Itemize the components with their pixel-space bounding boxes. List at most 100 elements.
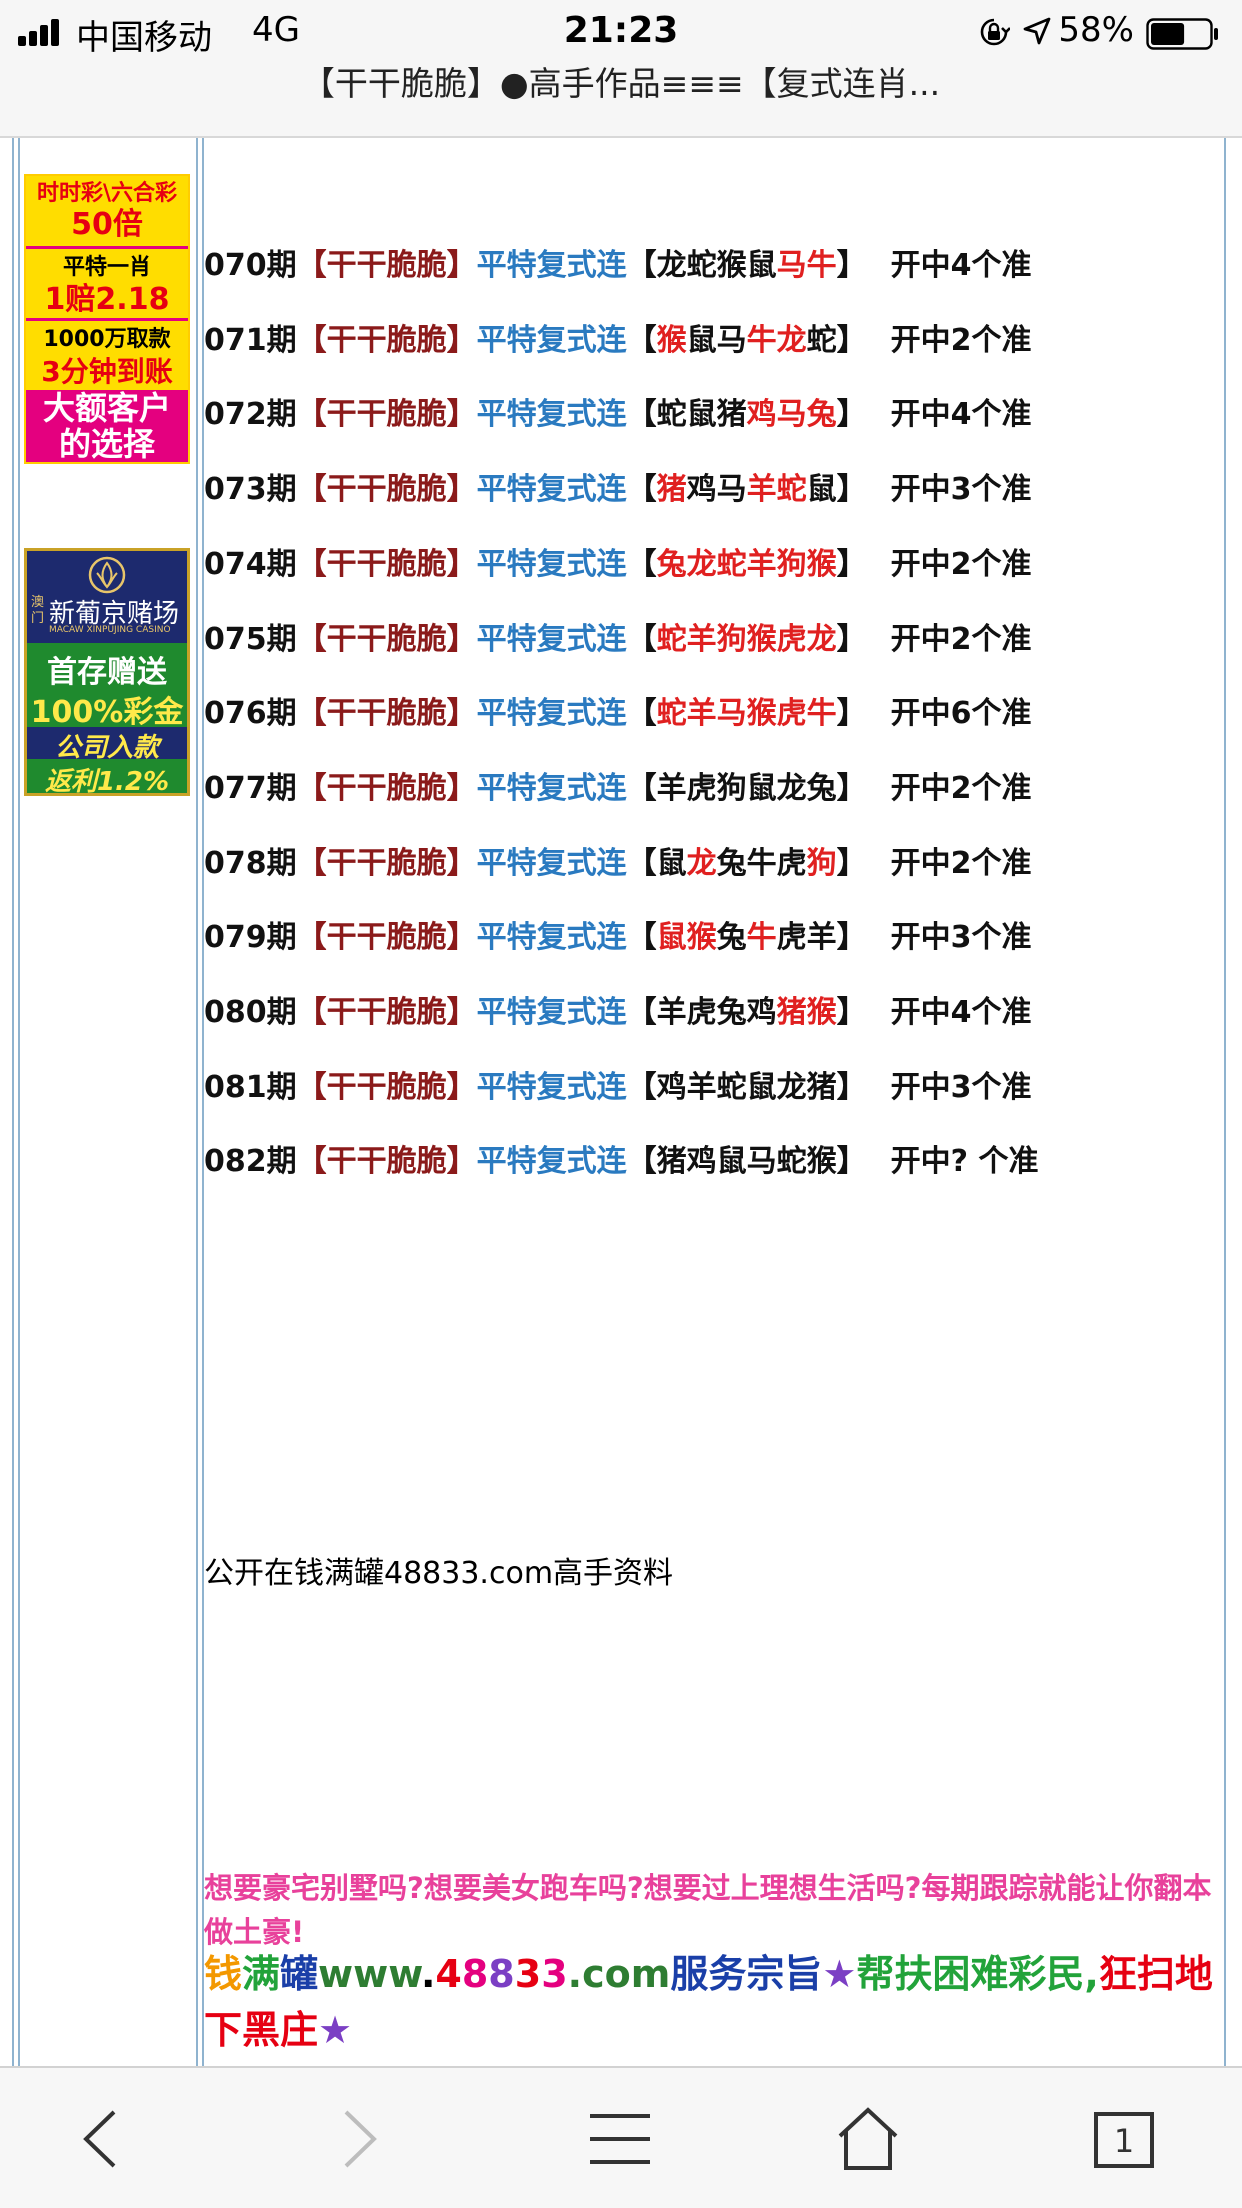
result-label: 开中3个准 [890,472,1032,507]
brand-label: 【干干脆脆】 [296,397,477,432]
brand-label: 【干干脆脆】 [296,771,477,806]
status-bar: 中国移动 4G 21:23 58% [0,0,1242,64]
brand-label: 【干干脆脆】 [296,995,477,1030]
result-label: 开中4个准 [890,248,1032,283]
bracket: 【 [626,696,657,731]
ad-band: 首存赠送 100%彩金 公司入款 返利1.2% [27,643,187,793]
result-label: 开中3个准 [890,1070,1032,1105]
type-label: 平特复式连 [476,1144,627,1179]
zodiac-text: 蛇 [806,323,837,358]
period-label: 071期 [204,323,297,358]
slogan-segment: 3 [514,1952,542,1996]
zodiac-hit: 蛇羊马猴虎牛 [656,696,837,731]
ad-band: 平特一肖 1赔2.18 [26,246,188,318]
clock: 21:23 [563,10,679,51]
record-row: 082期【干干脆脆】平特复式连【猪鸡鼠马蛇猴】 开中? 个准 [204,1142,1038,1182]
zodiac-hit: 龙 [686,846,717,881]
record-row: 076期【干干脆脆】平特复式连【蛇羊马猴虎牛】 开中6个准 [204,694,1032,734]
zodiac-hit: 鸡马兔 [746,397,837,432]
ad-text: 1000万取款 [43,327,171,352]
bracket: 】 [836,472,867,507]
zodiac-hit: 牛 [746,920,777,955]
brand-label: 【干干脆脆】 [296,920,477,955]
forward-icon[interactable] [318,2104,398,2174]
promo-text: 想要豪宅别墅吗?想要美女跑车吗?想要过上理想生活吗?每期跟踪就能让你翻本做土豪! [204,1871,1212,1949]
zodiac-hit: 猪 [656,472,687,507]
zodiac-text: 羊虎狗鼠龙兔 [656,771,837,806]
period-label: 078期 [204,846,297,881]
type-label: 平特复式连 [476,472,627,507]
ad-text: 的选择 [58,425,155,463]
bracket: 【 [626,622,657,657]
bracket: 】 [836,920,867,955]
period-label: 074期 [204,547,297,582]
zodiac-text: 鼠马 [686,323,747,358]
zodiac-hit: 狗 [806,846,837,881]
period-label: 076期 [204,696,297,731]
record-row: 080期【干干脆脆】平特复式连【羊虎兔鸡猪猴】 开中4个准 [204,993,1032,1033]
brand-label: 【干干脆脆】 [296,323,477,358]
zodiac-text: 羊虎兔鸡 [656,995,777,1030]
record-row: 073期【干干脆脆】平特复式连【猪鸡马羊蛇鼠】 开中3个准 [204,470,1032,510]
zodiac-text: 鸡羊蛇鼠龙猪 [656,1070,837,1105]
casino-ad-banner[interactable]: 澳门 新葡京赌场 MACAW XINPUJING CASINO 首存赠送 100… [24,548,190,796]
slogan-segment: www [318,1952,421,1996]
brand-label: 【干干脆脆】 [296,547,477,582]
period-label: 081期 [204,1070,297,1105]
result-label: 开中2个准 [890,547,1032,582]
record-row: 077期【干干脆脆】平特复式连【羊虎狗鼠龙兔】 开中2个准 [204,769,1032,809]
zodiac-hit: 蛇羊狗猴虎龙 [656,622,837,657]
battery-icon [1146,18,1218,50]
period-label: 082期 [204,1144,297,1179]
bracket: 】 [836,622,867,657]
type-label: 平特复式连 [476,547,627,582]
slogan-segment: 服务宗旨 [670,1952,823,1996]
type-label: 平特复式连 [476,920,627,955]
type-label: 平特复式连 [476,696,627,731]
ad-text: 时时彩\六合彩 [36,181,178,206]
brand-label: 【干干脆脆】 [296,1144,477,1179]
period-label: 072期 [204,397,297,432]
ad-text: 返利1.2% [44,767,170,796]
record-row: 081期【干干脆脆】平特复式连【鸡羊蛇鼠龙猪】 开中3个准 [204,1068,1032,1108]
ad-text: 公司入款 [27,727,187,763]
ad-text: 3分钟到账 [41,355,173,388]
period-label: 077期 [204,771,297,806]
ad-band: 时时彩\六合彩 50倍 [26,176,188,246]
bracket: 【 [626,771,657,806]
promo-slogan[interactable]: 钱满罐www.48833.com服务宗旨★帮扶困难彩民,狂扫地下黑庄★ [204,1946,1214,2058]
zodiac-hit: 猴 [656,323,687,358]
result-label: 开中3个准 [890,920,1032,955]
lottery-ad-banner[interactable]: 时时彩\六合彩 50倍 平特一肖 1赔2.18 1000万取款 3分钟到账 大额… [24,174,190,464]
period-label: 079期 [204,920,297,955]
zodiac-text: 龙蛇猴鼠 [656,248,777,283]
home-icon[interactable] [828,2104,908,2174]
record-row: 078期【干干脆脆】平特复式连【鼠龙兔牛虎狗】 开中2个准 [204,844,1032,884]
brand-label: 【干干脆脆】 [296,846,477,881]
orientation-lock-icon [980,18,1010,46]
period-label: 070期 [204,248,297,283]
type-label: 平特复式连 [476,248,627,283]
page-title: 【干干脆脆】●高手作品≡≡≡【复式连肖... [301,64,941,103]
back-icon[interactable] [62,2104,142,2174]
slogan-segment: 帮扶困难彩民, [856,1952,1099,1996]
address-bar[interactable]: 【干干脆脆】●高手作品≡≡≡【复式连肖... [0,64,1242,138]
ad-band: 大额客户 的选择 [26,390,188,463]
zodiac-text: 猪鸡鼠马蛇猴 [656,1144,837,1179]
slogan-segment: ★ [822,1952,857,1996]
period-label: 073期 [204,472,297,507]
slogan-segment: 4 [435,1952,462,1996]
brand-label: 【干干脆脆】 [296,472,477,507]
zodiac-text: 兔牛虎 [716,846,807,881]
type-label: 平特复式连 [476,846,627,881]
zodiac-hit: 兔龙蛇羊狗猴 [656,547,837,582]
zodiac-hit: 牛龙 [746,323,807,358]
result-label: 开中2个准 [890,323,1032,358]
menu-icon[interactable] [580,2104,660,2174]
footer-note: 公开在钱满罐48833.com高手资料 [204,1556,674,1591]
web-content: 时时彩\六合彩 50倍 平特一肖 1赔2.18 1000万取款 3分钟到账 大额… [0,138,1242,2066]
type-label: 平特复式连 [476,995,627,1030]
brand-label: 【干干脆脆】 [296,248,477,283]
result-label: 开中? 个准 [890,1144,1039,1179]
ad-text: 100%彩金 [30,695,184,730]
